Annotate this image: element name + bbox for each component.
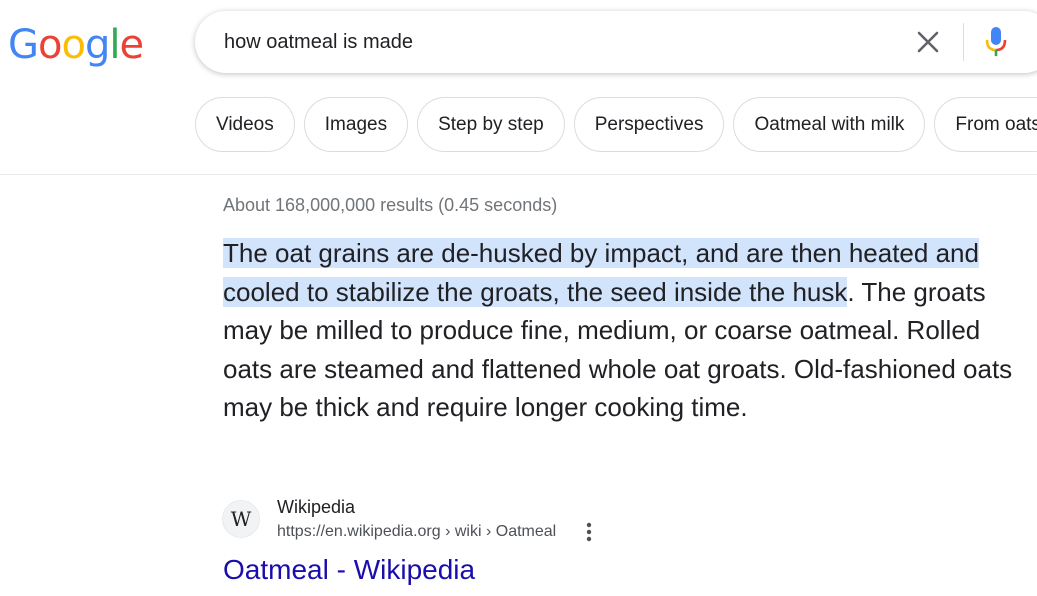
logo-letter: G	[8, 22, 39, 68]
wikipedia-icon: W	[222, 500, 260, 538]
chip-oatmeal-with-milk[interactable]: Oatmeal with milk	[733, 97, 926, 152]
logo-letter: l	[109, 22, 120, 68]
search-input[interactable]: how oatmeal is made	[224, 30, 413, 54]
featured-snippet: The oat grains are de-husked by impact, …	[223, 234, 1023, 427]
close-icon	[917, 31, 939, 53]
chip-from-oats[interactable]: From oats	[934, 97, 1037, 152]
chip-step-by-step[interactable]: Step by step	[417, 97, 565, 152]
source-url[interactable]: https://en.wikipedia.org › wiki › Oatmea…	[277, 522, 556, 542]
voice-search-button[interactable]	[981, 25, 1011, 59]
more-options-button[interactable]	[582, 520, 596, 544]
result-stats: About 168,000,000 results (0.45 seconds)	[223, 195, 558, 215]
logo-letter: o	[38, 22, 63, 68]
logo-letter: g	[84, 22, 110, 68]
chip-images[interactable]: Images	[303, 97, 409, 152]
search-box[interactable]: how oatmeal is made	[195, 11, 1037, 73]
result-title-link[interactable]: Oatmeal - Wikipedia	[223, 553, 475, 587]
logo-letter: e	[119, 22, 144, 68]
header-divider	[0, 174, 1037, 175]
filter-chips: Videos Images Step by step Perspectives Oatm…	[195, 97, 1037, 153]
google-logo[interactable]: Google	[8, 20, 144, 70]
source-site-name[interactable]: Wikipedia	[277, 496, 355, 518]
logo-letter: o	[61, 22, 86, 68]
microphone-icon	[985, 27, 1007, 56]
more-vert-icon	[586, 522, 592, 542]
clear-button[interactable]	[913, 27, 943, 57]
chip-perspectives[interactable]: Perspectives	[573, 97, 725, 152]
search-divider	[963, 23, 964, 61]
chip-videos[interactable]: Videos	[195, 97, 295, 152]
